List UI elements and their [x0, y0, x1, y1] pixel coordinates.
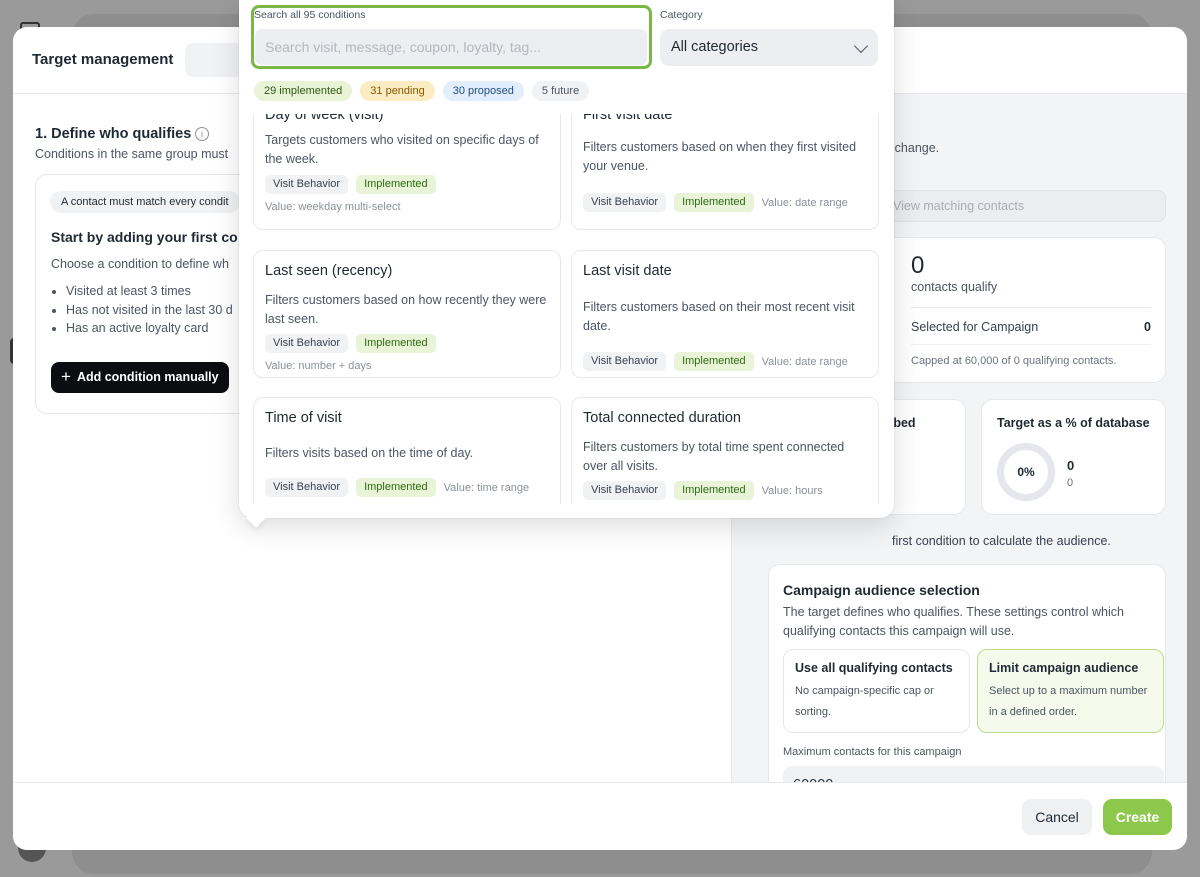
audience-subtitle: The target defines who qualifies. These … — [783, 605, 1124, 638]
status-tag: Implemented — [674, 193, 754, 212]
condition-value-type: Value: hours — [761, 484, 823, 497]
cancel-button[interactable]: Cancel — [1022, 799, 1092, 835]
max-contacts-label: Maximum contacts for this campaign — [783, 746, 962, 758]
info-icon[interactable]: i — [195, 127, 209, 141]
status-tag: Implemented — [674, 352, 754, 371]
divider — [911, 344, 1151, 345]
condition-tags: Visit Behavior Implemented — [265, 334, 436, 353]
condition-description: Filters visits based on the time of day. — [265, 446, 474, 460]
condition-description: Filters customers based on their most re… — [583, 300, 855, 333]
condition-card-last-seen[interactable]: Last seen (recency) Filters customers ba… — [253, 250, 561, 378]
category-tag: Visit Behavior — [265, 334, 349, 353]
condition-tags: Visit Behavior Implemented Value: date r… — [583, 352, 848, 371]
condition-description: Targets customers who visited on specifi… — [265, 133, 539, 166]
modal-title: Target management — [32, 51, 174, 68]
category-label: Category — [660, 9, 703, 21]
qualify-label: contacts qualify — [911, 280, 998, 294]
condition-value-type: Value: date range — [761, 355, 848, 368]
condition-value-type: Value: date range — [761, 196, 848, 209]
search-label: Search all 95 conditions — [254, 9, 366, 21]
category-tag: Visit Behavior — [583, 352, 667, 371]
condition-title: Last seen (recency) — [265, 263, 393, 279]
target-percentage-title: Target as a % of database — [997, 416, 1150, 430]
status-chip-implemented[interactable]: 29 implemented — [254, 81, 353, 101]
create-button[interactable]: Create — [1103, 799, 1172, 835]
status-chip-future[interactable]: 5 future — [531, 81, 590, 101]
section-title: 1. Define who qualifies — [35, 126, 192, 142]
add-condition-label: Add condition manually — [76, 370, 219, 384]
use-all-contacts-option[interactable]: Use all qualifying contacts No campaign-… — [783, 649, 970, 733]
divider — [911, 307, 1151, 308]
condition-card-last-visit-date[interactable]: Last visit date Filters customers based … — [571, 250, 879, 378]
example-list: Visited at least 3 times Has not visited… — [66, 282, 233, 338]
status-tag: Implemented — [356, 175, 436, 194]
view-matching-contacts-button[interactable]: View matching contacts — [862, 190, 1166, 222]
category-tag: Visit Behavior — [583, 193, 667, 212]
condition-card-day-of-week[interactable]: Day of week (visit) Targets customers wh… — [253, 114, 561, 230]
qualify-summary-card: 0 contacts qualify Selected for Campaign… — [862, 237, 1166, 383]
status-filter-row: 29 implemented 31 pending 30 proposed 5 … — [254, 81, 590, 101]
percentage-subvalue: 0 — [1067, 477, 1074, 489]
condition-title: First visit date — [583, 114, 673, 123]
condition-value-type: Value: weekday multi-select — [265, 201, 401, 213]
condition-card-first-visit-date[interactable]: First visit date Filters customers based… — [571, 114, 879, 230]
category-tag: Visit Behavior — [265, 478, 349, 497]
percentage-value: 0 — [1067, 458, 1075, 473]
target-percentage-card: Target as a % of database 0% 0 0 — [981, 399, 1166, 515]
selected-label: Selected for Campaign — [911, 320, 1039, 334]
condition-tags: Visit Behavior Implemented Value: date r… — [583, 193, 848, 212]
condition-title: Day of week (visit) — [265, 114, 384, 123]
condition-description: Filters customers by total time spent co… — [583, 440, 845, 473]
search-input[interactable] — [255, 29, 647, 65]
example-item: Has not visited in the last 30 d — [66, 301, 233, 320]
selected-value: 0 — [1144, 320, 1151, 334]
status-chip-proposed[interactable]: 30 proposed — [442, 81, 524, 101]
condition-title: Last visit date — [583, 263, 672, 279]
condition-list: Day of week (visit) Targets customers wh… — [239, 114, 894, 504]
audience-title: Campaign audience selection — [783, 582, 980, 598]
modal-footer: Cancel Create — [13, 782, 1187, 850]
limit-audience-option[interactable]: Limit campaign audience Select up to a m… — [977, 649, 1164, 733]
category-value: All categories — [671, 39, 759, 55]
condition-tags: Visit Behavior Implemented Value: hours — [583, 481, 823, 500]
condition-description: Filters customers based on how recently … — [265, 293, 547, 326]
condition-card-time-of-visit[interactable]: Time of visit Filters visits based on th… — [253, 397, 561, 504]
option-description: Select up to a maximum number in a defin… — [989, 685, 1148, 718]
chevron-down-icon — [853, 38, 869, 54]
condition-tags: Visit Behavior Implemented — [265, 175, 436, 194]
plus-icon: + — [61, 367, 71, 386]
empty-state-subtitle: Choose a condition to define wh — [51, 257, 229, 271]
status-chip-pending[interactable]: 31 pending — [360, 81, 435, 101]
status-tag: Implemented — [674, 481, 754, 500]
percentage-ring: 0% — [997, 443, 1055, 501]
condition-picker-popover: Search all 95 conditions Category All ca… — [239, 0, 894, 528]
option-description: No campaign-specific cap or sorting. — [795, 685, 934, 718]
condition-title: Time of visit — [265, 410, 342, 426]
example-item: Visited at least 3 times — [66, 282, 233, 301]
category-select[interactable]: All categories — [660, 29, 878, 66]
category-tag: Visit Behavior — [265, 175, 349, 194]
condition-value-type: Value: number + days — [265, 360, 372, 372]
status-tag: Implemented — [356, 334, 436, 353]
example-item: Has an active loyalty card — [66, 319, 233, 338]
calculate-hint: first condition to calculate the audienc… — [892, 534, 1111, 548]
group-rule-chip: A contact must match every condit — [50, 191, 240, 213]
capped-note: Capped at 60,000 of 0 qualifying contact… — [911, 355, 1117, 367]
section-subtitle: Conditions in the same group must — [35, 147, 229, 161]
add-condition-button[interactable]: + Add condition manually — [51, 362, 229, 393]
qualify-count: 0 — [911, 252, 925, 279]
option-title: Use all qualifying contacts — [795, 661, 953, 675]
category-tag: Visit Behavior — [583, 481, 667, 500]
condition-tags: Visit Behavior Implemented Value: time r… — [265, 478, 529, 497]
condition-description: Filters customers based on when they fir… — [583, 140, 857, 173]
status-tag: Implemented — [356, 478, 436, 497]
condition-card-total-connected-duration[interactable]: Total connected duration Filters custome… — [571, 397, 879, 504]
condition-value-type: Value: time range — [443, 481, 530, 494]
empty-state-title: Start by adding your first co — [51, 229, 238, 245]
option-title: Limit campaign audience — [989, 661, 1139, 675]
condition-title: Total connected duration — [583, 410, 741, 426]
